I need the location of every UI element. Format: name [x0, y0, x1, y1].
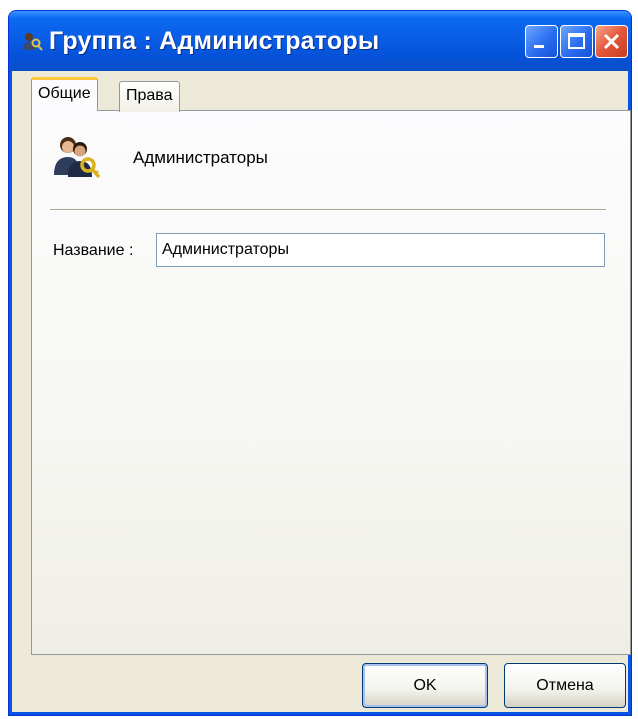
close-icon: [603, 33, 620, 50]
divider: [50, 209, 606, 211]
minimize-button[interactable]: [525, 25, 558, 58]
group-name: Администраторы: [133, 148, 268, 167]
window-title: Группа : Администраторы: [49, 27, 380, 55]
ok-button[interactable]: OK: [362, 663, 488, 708]
name-field[interactable]: [156, 233, 605, 267]
users-key-icon: [50, 131, 102, 183]
close-button[interactable]: [595, 25, 628, 58]
dialog-window: Группа : Администраторы Общие Права Адми…: [8, 10, 632, 716]
maximize-icon: [568, 33, 585, 49]
title-bar[interactable]: Группа : Администраторы: [9, 11, 631, 71]
cancel-button[interactable]: Отмена: [504, 663, 626, 708]
tab-label: Общие: [38, 85, 91, 102]
minimize-icon: [534, 45, 544, 48]
tab-panel-general: Администраторы Название :: [31, 110, 631, 655]
users-key-icon: [21, 30, 43, 52]
tab-general[interactable]: Общие: [31, 77, 98, 111]
tab-label: Права: [126, 87, 173, 104]
tab-rights[interactable]: Права: [119, 81, 180, 112]
dialog-client-area: Общие Права Администраторы Название: Ад…: [13, 71, 631, 711]
name-label: Название :: [53, 242, 134, 259]
maximize-button[interactable]: [560, 25, 593, 58]
